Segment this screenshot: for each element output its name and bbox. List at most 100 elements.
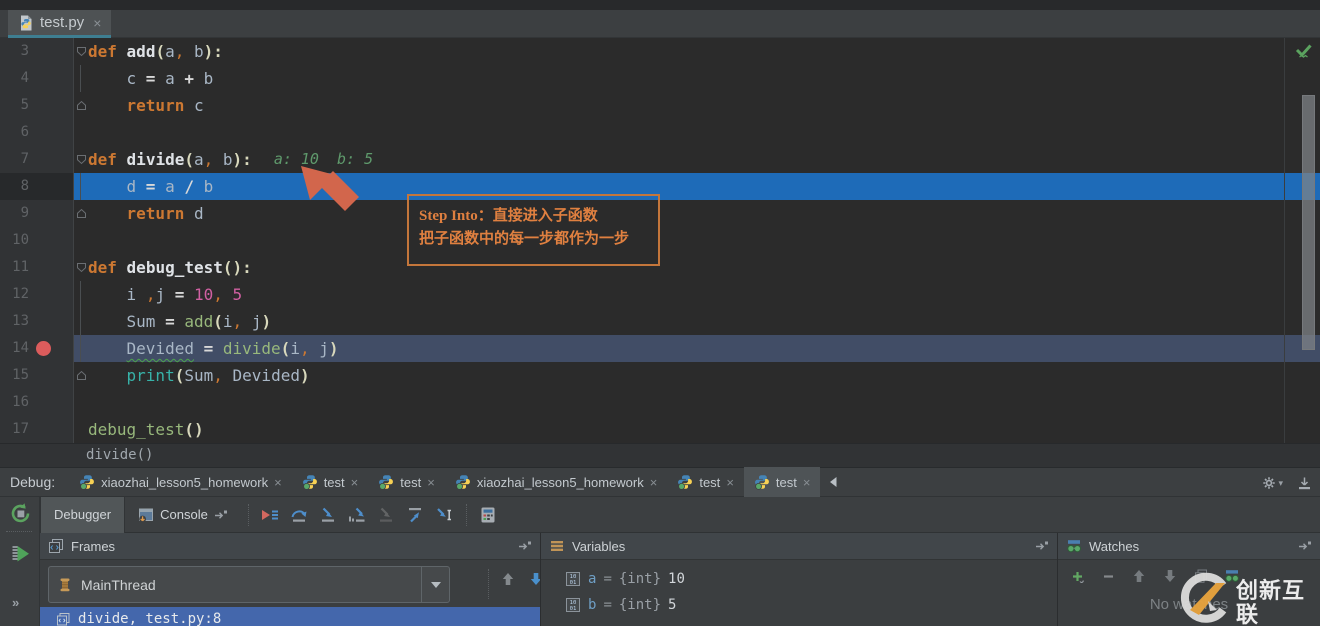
code-line-15[interactable]: 15 print(Sum, Devided) xyxy=(0,362,1320,389)
editor-scrollbar[interactable] xyxy=(1302,95,1315,350)
debug-session-tab-6[interactable]: test × xyxy=(743,467,821,497)
run-to-cursor-button[interactable] xyxy=(431,503,458,527)
code-line-6[interactable]: 6 xyxy=(0,119,1320,146)
left-arrow-icon[interactable] xyxy=(828,476,838,488)
close-icon[interactable]: × xyxy=(93,15,101,31)
add-watch-icon[interactable] xyxy=(1068,567,1086,585)
code-text: print(Sum, Devided) xyxy=(126,366,310,385)
code-line-11[interactable]: 11 def debug_test(): xyxy=(0,254,1320,281)
line-number[interactable]: 10 xyxy=(0,227,74,254)
gear-icon[interactable]: ▾ xyxy=(1261,475,1283,491)
code-line-3[interactable]: 3 def add(a, b): xyxy=(0,38,1320,65)
line-number[interactable]: 3 xyxy=(0,38,74,65)
watermark-title: 创新互联 xyxy=(1236,578,1306,626)
variable-row-b[interactable]: 10 01 b = {int} 5 xyxy=(541,592,1057,618)
tab-debugger[interactable]: Debugger xyxy=(40,496,126,533)
code-line-7[interactable]: 7 def divide(a, b): a: 10 b: 5 xyxy=(0,146,1320,173)
move-watch-down-icon[interactable] xyxy=(1161,567,1179,585)
code-text: def debug_test(): xyxy=(88,258,252,277)
stack-frame-row[interactable]: divide, test.py:8 xyxy=(40,607,540,626)
line-number[interactable]: 4 xyxy=(0,65,74,92)
close-icon[interactable]: × xyxy=(351,475,359,490)
variable-type: {int} xyxy=(618,597,662,613)
chevron-down-icon[interactable] xyxy=(421,567,449,602)
variable-row-a[interactable]: 10 01 a = {int} 10 xyxy=(541,566,1057,592)
code-line-12[interactable]: 12 i ,j = 10, 5 xyxy=(0,281,1320,308)
debug-session-tab-3[interactable]: test × xyxy=(368,467,445,497)
evaluate-expression-button[interactable] xyxy=(475,503,502,527)
line-number[interactable]: 7 xyxy=(0,146,74,173)
breakpoint-icon[interactable] xyxy=(36,341,51,356)
editor-tab-label: test.py xyxy=(40,14,85,31)
line-number[interactable]: 12 xyxy=(0,281,74,308)
line-number[interactable]: 8 xyxy=(0,173,74,200)
fold-marker-icon[interactable] xyxy=(74,254,88,281)
line-number[interactable]: 11 xyxy=(0,254,74,281)
fold-column xyxy=(74,119,88,146)
code-line-13[interactable]: 13 Sum = add(i, j) xyxy=(0,308,1320,335)
fold-marker-icon[interactable] xyxy=(74,200,88,227)
editor-tab-test-py[interactable]: test.py × xyxy=(8,10,112,38)
thread-selector[interactable]: MainThread xyxy=(48,566,450,603)
code-line-5[interactable]: 5 return c xyxy=(0,92,1320,119)
show-execution-point-button[interactable] xyxy=(257,503,284,527)
step-out-button[interactable] xyxy=(402,503,429,527)
code-line-9[interactable]: 9 return d xyxy=(0,200,1320,227)
line-number[interactable]: 6 xyxy=(0,119,74,146)
variable-icon: 10 01 xyxy=(565,571,581,587)
close-icon[interactable]: × xyxy=(274,475,282,490)
line-number[interactable]: 15 xyxy=(0,362,74,389)
fold-marker-icon[interactable] xyxy=(74,146,88,173)
thread-name: MainThread xyxy=(81,576,156,593)
code-editor[interactable]: 3 def add(a, b): 4 c = a + b5 return c 6 7 de… xyxy=(0,38,1320,443)
more-options-chevron[interactable]: » xyxy=(12,595,20,610)
line-number[interactable]: 16 xyxy=(0,389,74,416)
step-over-button[interactable] xyxy=(286,503,313,527)
fold-marker-icon[interactable] xyxy=(74,173,88,200)
line-number[interactable]: 5 xyxy=(0,92,74,119)
step-into-my-code-button[interactable] xyxy=(344,503,371,527)
code-line-14[interactable]: 14 Devided = divide(i, j) xyxy=(0,335,1320,362)
float-arrow-icon[interactable] xyxy=(1035,540,1049,552)
code-line-17[interactable]: 17 debug_test() xyxy=(0,416,1320,443)
arrow-up-icon[interactable] xyxy=(500,571,516,587)
fold-marker-icon[interactable] xyxy=(74,38,88,65)
debug-session-tab-1[interactable]: xiaozhai_lesson5_homework × xyxy=(69,467,292,497)
close-icon[interactable]: × xyxy=(726,475,734,490)
debug-session-tab-5[interactable]: test × xyxy=(667,467,744,497)
force-step-into-button[interactable] xyxy=(373,503,400,527)
fold-marker-icon[interactable] xyxy=(74,65,88,92)
fold-marker-icon[interactable] xyxy=(74,335,88,362)
breadcrumb-item[interactable]: divide() xyxy=(86,447,153,463)
fold-marker-icon[interactable] xyxy=(74,362,88,389)
step-into-button[interactable] xyxy=(315,503,342,527)
fold-marker-icon[interactable] xyxy=(74,308,88,335)
fold-marker-icon[interactable] xyxy=(74,92,88,119)
code-line-8[interactable]: 8 d = a / b xyxy=(0,173,1320,200)
rerun-debug-icon[interactable] xyxy=(9,502,32,525)
variables-title: Variables xyxy=(572,538,626,554)
frames-title: Frames xyxy=(71,538,116,554)
debug-session-tab-label: xiaozhai_lesson5_homework xyxy=(101,474,269,490)
resume-program-icon[interactable] xyxy=(9,543,32,566)
tab-console[interactable]: Console xyxy=(125,497,241,533)
close-icon[interactable]: × xyxy=(650,475,658,490)
debug-session-tab-2[interactable]: test × xyxy=(292,467,369,497)
line-number[interactable]: 14 xyxy=(0,335,74,362)
close-icon[interactable]: × xyxy=(427,475,435,490)
inspections-ok-check-icon[interactable] xyxy=(1293,40,1314,61)
close-icon[interactable]: × xyxy=(803,475,811,490)
fold-marker-icon[interactable] xyxy=(74,281,88,308)
debug-session-tab-4[interactable]: xiaozhai_lesson5_homework × xyxy=(445,467,668,497)
float-arrow-icon[interactable] xyxy=(518,540,532,552)
code-line-16[interactable]: 16 xyxy=(0,389,1320,416)
line-number[interactable]: 13 xyxy=(0,308,74,335)
line-number[interactable]: 9 xyxy=(0,200,74,227)
dock-window-icon[interactable] xyxy=(1297,476,1312,491)
line-number[interactable]: 17 xyxy=(0,416,74,443)
move-watch-up-icon[interactable] xyxy=(1130,567,1148,585)
code-line-4[interactable]: 4 c = a + b xyxy=(0,65,1320,92)
code-line-10[interactable]: 10 xyxy=(0,227,1320,254)
remove-watch-icon[interactable] xyxy=(1099,567,1117,585)
float-arrow-icon[interactable] xyxy=(1298,540,1312,552)
